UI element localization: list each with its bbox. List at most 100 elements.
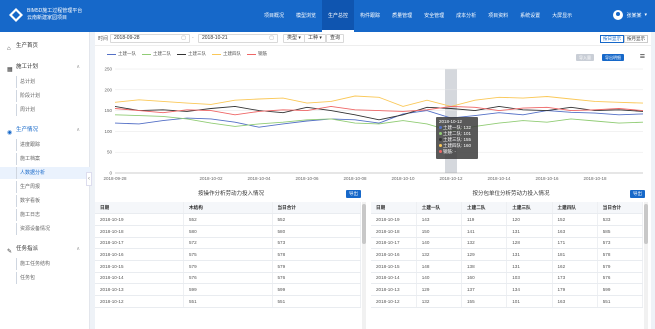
x-tick-label: 2018-10-16: [535, 176, 559, 181]
table-row[interactable]: 2018-10-13 129 137 134 179 599: [371, 283, 644, 296]
sidebar-item[interactable]: 资源设备情况: [0, 223, 90, 235]
table-row[interactable]: 2018-10-19 143 119 120 152 533: [371, 213, 644, 226]
nav-item[interactable]: 质量管理: [386, 0, 418, 32]
table-row[interactable]: 2018-10-12 132 155 101 163 551: [371, 295, 644, 308]
export-left-button[interactable]: 导出: [346, 190, 361, 198]
query-button[interactable]: 查询: [326, 34, 345, 43]
sidebar-item[interactable]: 施工任务结构: [0, 258, 90, 270]
nav-item[interactable]: 成本分析: [450, 0, 482, 32]
brand-title: BIM5D施工过程管理平台: [27, 8, 83, 14]
sidebar-item[interactable]: 进度跟踪: [0, 139, 90, 151]
table-cell: 2018-10-12: [95, 295, 184, 308]
daily-toggle[interactable]: 按日显示: [600, 35, 624, 43]
sidebar-item[interactable]: ✎ 任务指派 ∧: [0, 243, 90, 255]
sidebar-item[interactable]: ◉ 生产情况 ∧: [0, 124, 90, 136]
nav-item[interactable]: 项目概况: [258, 0, 290, 32]
sidebar-item[interactable]: 总计划: [0, 76, 90, 88]
nav-item[interactable]: 构件跟踪: [354, 0, 386, 32]
monthly-toggle[interactable]: 按月显示: [624, 35, 648, 43]
tooltip-value: 土建四队: 160: [443, 143, 472, 148]
chevron-up-icon[interactable]: ∧: [76, 61, 80, 73]
sidebar-item[interactable]: 任务包: [0, 272, 90, 284]
nav-item[interactable]: 安全管理: [418, 0, 450, 32]
table-cell: 2018-10-14: [371, 272, 417, 285]
column-header[interactable]: 木结构: [183, 202, 273, 215]
nav-item[interactable]: 项目资料: [482, 0, 514, 32]
table-row[interactable]: 2018-10-13 599 599: [95, 283, 361, 296]
table-row[interactable]: 2018-10-18 580 580: [95, 225, 361, 238]
table-header-row: 日期 木结构 当日合计: [95, 202, 361, 215]
sidebar-item-label: 生产首页: [16, 43, 39, 49]
tooltip-dot: [439, 144, 442, 147]
table-cell: 162: [552, 260, 598, 273]
nav-item[interactable]: 模型浏览: [290, 0, 322, 32]
table-row[interactable]: 2018-10-14 140 160 103 173 576: [371, 272, 644, 285]
table-row[interactable]: 2018-10-18 150 141 131 163 585: [371, 225, 644, 238]
table-row[interactable]: 2018-10-16 575 578: [95, 248, 361, 261]
table-cell: 2018-10-14: [95, 272, 184, 285]
table-cell: 119: [461, 213, 508, 226]
nav-item[interactable]: 系统设置: [514, 0, 546, 32]
sidebar-item[interactable]: 施工日志: [0, 209, 90, 221]
sidebar-item[interactable]: 数字看板: [0, 195, 90, 207]
table-cell: 572: [183, 237, 273, 250]
table-cell: 181: [552, 248, 598, 261]
sidebar-item[interactable]: 人数据分析: [0, 167, 90, 179]
nav-item[interactable]: 生产总控: [322, 0, 355, 32]
table-cell: 2018-10-18: [371, 225, 417, 238]
sidebar-item[interactable]: 周计划: [0, 104, 90, 116]
export-right-button[interactable]: 导出: [630, 190, 645, 198]
table-cell: 132: [461, 237, 508, 250]
sidebar-item[interactable]: 生产周报: [0, 181, 90, 193]
user-menu[interactable]: 张某某 ▾: [613, 10, 647, 20]
chevron-down-icon[interactable]: ▾: [644, 12, 647, 18]
sidebar-item[interactable]: 施工档案: [0, 153, 90, 165]
table-cell: 2018-10-15: [95, 260, 184, 273]
column-header[interactable]: 当日合计: [272, 202, 361, 215]
series-line[interactable]: [114, 95, 644, 107]
column-header[interactable]: 日期: [371, 202, 417, 215]
start-date-value: 2018-09-28: [114, 35, 140, 41]
column-header[interactable]: 土建二队: [461, 202, 508, 215]
table-row[interactable]: 2018-10-14 576 576: [95, 272, 361, 285]
table-row[interactable]: 2018-10-12 551 551: [95, 295, 361, 308]
y-tick-label: 100: [104, 129, 112, 134]
sidebar-item[interactable]: ⌂ 生产首页: [0, 40, 90, 52]
type-select[interactable]: 类型 ▾: [283, 34, 305, 43]
chevron-up-icon[interactable]: ∧: [76, 124, 80, 136]
table-row[interactable]: 2018-10-15 579 579: [95, 260, 361, 273]
table-row[interactable]: 2018-10-17 140 132 128 171 573: [371, 237, 644, 250]
sidebar-item[interactable]: ▦ 施工计划 ∧: [0, 61, 90, 73]
scrollbar[interactable]: [362, 202, 366, 329]
table-cell: 129: [461, 248, 508, 261]
start-date-input[interactable]: 2018-09-28 ▢: [110, 34, 190, 43]
table-cell: 576: [183, 272, 273, 285]
chevron-up-icon[interactable]: ∧: [76, 243, 80, 255]
column-header[interactable]: 土建四队: [552, 202, 598, 215]
end-date-input[interactable]: 2018-10-21 ▢: [198, 34, 278, 43]
column-header[interactable]: 土建三队: [506, 202, 553, 215]
column-header[interactable]: 日期: [95, 202, 184, 215]
nav-item[interactable]: 大屏显示: [546, 0, 578, 32]
table-cell: 148: [416, 260, 463, 273]
series-line[interactable]: [114, 105, 644, 121]
table-row[interactable]: 2018-10-15 148 138 131 162 579: [371, 260, 644, 273]
column-header[interactable]: 当日合计: [597, 202, 644, 215]
table-cell: 552: [272, 213, 361, 226]
avatar[interactable]: [613, 10, 624, 20]
table-row[interactable]: 2018-10-16 132 129 131 181 578: [371, 248, 644, 261]
scrollbar[interactable]: [644, 202, 648, 329]
worker-select[interactable]: 工种 ▾: [304, 34, 326, 43]
table-row[interactable]: 2018-10-17 572 573: [95, 237, 361, 250]
table-row[interactable]: 2018-10-19 552 552: [95, 213, 361, 226]
user-name[interactable]: 张某某: [626, 12, 641, 19]
date-separator: -: [192, 35, 194, 41]
table-cell: 551: [272, 295, 361, 308]
sidebar-item[interactable]: 阶段计划: [0, 90, 90, 102]
column-header[interactable]: 土建一队: [416, 202, 463, 215]
table-cell: 140: [416, 237, 463, 250]
series-line[interactable]: [114, 110, 644, 128]
collapse-sidebar-button[interactable]: ‹: [86, 172, 92, 186]
table-cell: 575: [183, 248, 273, 261]
table-cell: 578: [597, 248, 644, 261]
